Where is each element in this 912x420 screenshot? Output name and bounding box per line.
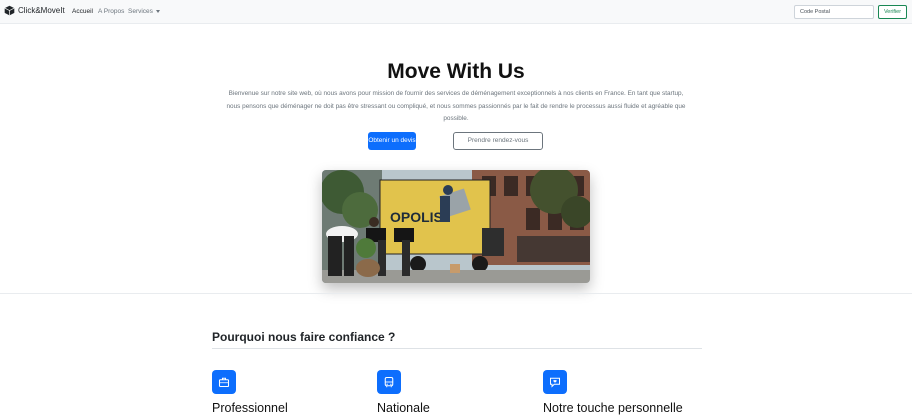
chevron-down-icon	[155, 9, 160, 13]
brand-name: Click&MoveIt	[18, 6, 65, 15]
briefcase-icon	[212, 370, 236, 394]
chat-heart-icon	[543, 370, 567, 394]
hero-title: Move With Us	[387, 60, 525, 83]
nav-link-accueil[interactable]: Accueil	[72, 8, 93, 15]
brand-link[interactable]: Click&MoveIt	[4, 5, 65, 16]
feature-title-professionnel: Professionnel	[212, 401, 288, 415]
feature-title-nationale: Nationale	[377, 401, 430, 415]
nav-link-a-propos[interactable]: A Propos	[98, 8, 124, 15]
verify-button[interactable]: Verifier	[878, 5, 907, 19]
box-icon	[4, 5, 15, 16]
postal-code-input[interactable]	[794, 5, 874, 19]
navbar: Click&MoveIt Accueil A Propos Services V…	[0, 0, 912, 24]
bus-icon	[377, 370, 401, 394]
truck-logo-text: OPOLIS	[390, 209, 443, 225]
feature-title-touche-personnelle: Notre touche personnelle	[543, 401, 683, 415]
hero-description: Bienvenue sur notre site web, où nous av…	[226, 90, 686, 122]
hero-image: OPOLIS	[322, 170, 590, 283]
trust-section-title: Pourquoi nous faire confiance ?	[212, 330, 396, 344]
get-quote-button[interactable]: Obtenir un devis	[368, 132, 416, 150]
section-divider	[0, 293, 912, 294]
nav-link-services[interactable]: Services	[128, 8, 160, 15]
book-appointment-button[interactable]: Prendre rendez-vous	[453, 132, 543, 150]
nav-link-services-label: Services	[128, 8, 153, 15]
trust-section-divider	[212, 348, 702, 349]
moving-truck-illustration: OPOLIS	[322, 170, 590, 283]
